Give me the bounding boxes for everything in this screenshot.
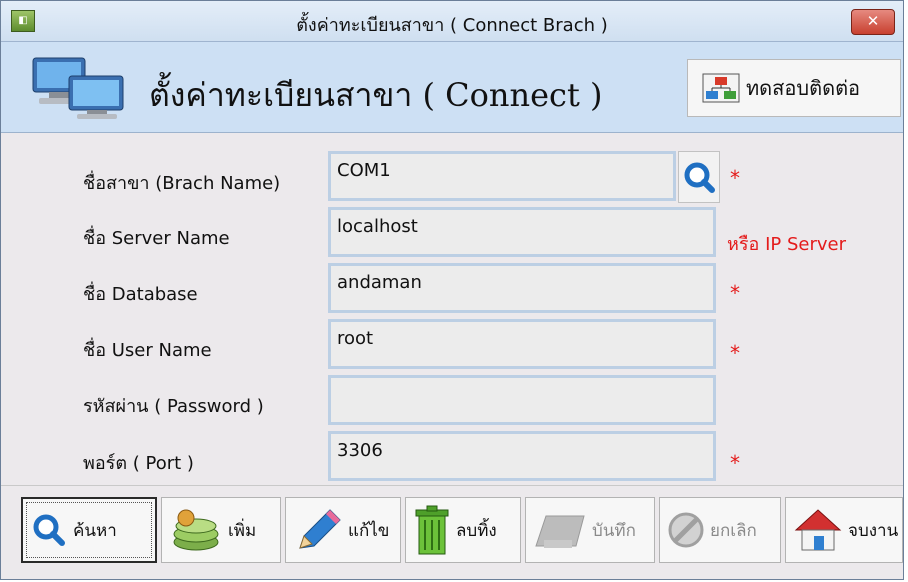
database-field[interactable]: andaman — [328, 263, 716, 313]
delete-button[interactable]: ลบทิ้ง — [405, 497, 521, 563]
trash-can-icon — [415, 505, 449, 555]
close-button[interactable]: ✕ — [851, 9, 895, 35]
network-computers-icon — [32, 57, 124, 119]
page-title: ตั้งค่าทะเบียนสาขา ( Connect ) — [149, 76, 603, 114]
branch-name-label: ชื่อสาขา (Brach Name) — [83, 173, 281, 194]
user-name-label: ชื่อ User Name — [83, 340, 212, 361]
magnifier-icon — [684, 162, 715, 193]
header-panel: ตั้งค่าทะเบียนสาขา ( Connect ) ทดสอบติดต… — [1, 42, 903, 133]
save-button-label: บันทึก — [592, 520, 636, 541]
magnifier-icon — [33, 514, 65, 546]
cancel-icon — [668, 512, 704, 548]
database-label: ชื่อ Database — [83, 284, 198, 305]
cancel-button-label: ยกเลิก — [710, 520, 757, 541]
port-required-mark: * — [730, 451, 740, 475]
branch-name-field[interactable]: COM1 — [328, 151, 676, 201]
add-button-label: เพิ่ม — [228, 520, 257, 541]
edit-button[interactable]: แก้ไข — [285, 497, 401, 563]
search-button-label: ค้นหา — [73, 520, 117, 541]
user-name-field[interactable]: root — [328, 319, 716, 369]
search-button[interactable]: ค้นหา — [21, 497, 157, 563]
test-connection-label: ทดสอบติดต่อ — [746, 76, 861, 100]
title-bar[interactable]: ◧ ตั้งค่าทะเบียนสาขา ( Connect Brach ) ✕ — [1, 1, 903, 42]
server-name-label: ชื่อ Server Name — [83, 228, 230, 249]
edit-button-label: แก้ไข — [348, 520, 390, 541]
exit-button-label: จบงาน — [848, 520, 899, 541]
delete-button-label: ลบทิ้ง — [456, 520, 497, 541]
cancel-button[interactable]: ยกเลิก — [659, 497, 781, 563]
connect-branch-window: ◧ ตั้งค่าทะเบียนสาขา ( Connect Brach ) ✕… — [0, 0, 904, 580]
port-label: พอร์ต ( Port ) — [83, 453, 194, 474]
branch-required-mark: * — [730, 166, 740, 190]
branch-search-button[interactable] — [678, 151, 720, 203]
server-name-field[interactable]: localhost — [328, 207, 716, 257]
user-required-mark: * — [730, 341, 740, 365]
save-disk-icon — [535, 515, 585, 548]
bottom-toolbar: ค้นหา เพิ่ม แก้ไข ลบทิ้ง บันทึก ยกเลิก จ… — [1, 485, 903, 579]
window-title: ตั้งค่าทะเบียนสาขา ( Connect Brach ) — [296, 15, 608, 36]
money-stack-icon — [173, 509, 219, 551]
home-icon — [794, 509, 842, 551]
exit-button[interactable]: จบงาน — [785, 497, 903, 563]
test-connection-button[interactable]: ทดสอบติดต่อ — [687, 59, 901, 117]
network-diagram-icon — [702, 73, 740, 103]
port-field[interactable]: 3306 — [328, 431, 716, 481]
server-ip-hint: หรือ IP Server — [727, 234, 846, 255]
save-button[interactable]: บันทึก — [525, 497, 655, 563]
password-field[interactable] — [328, 375, 716, 425]
add-button[interactable]: เพิ่ม — [161, 497, 281, 563]
pencil-icon — [299, 509, 341, 549]
password-label: รหัสผ่าน ( Password ) — [83, 396, 264, 417]
database-required-mark: * — [730, 281, 740, 305]
